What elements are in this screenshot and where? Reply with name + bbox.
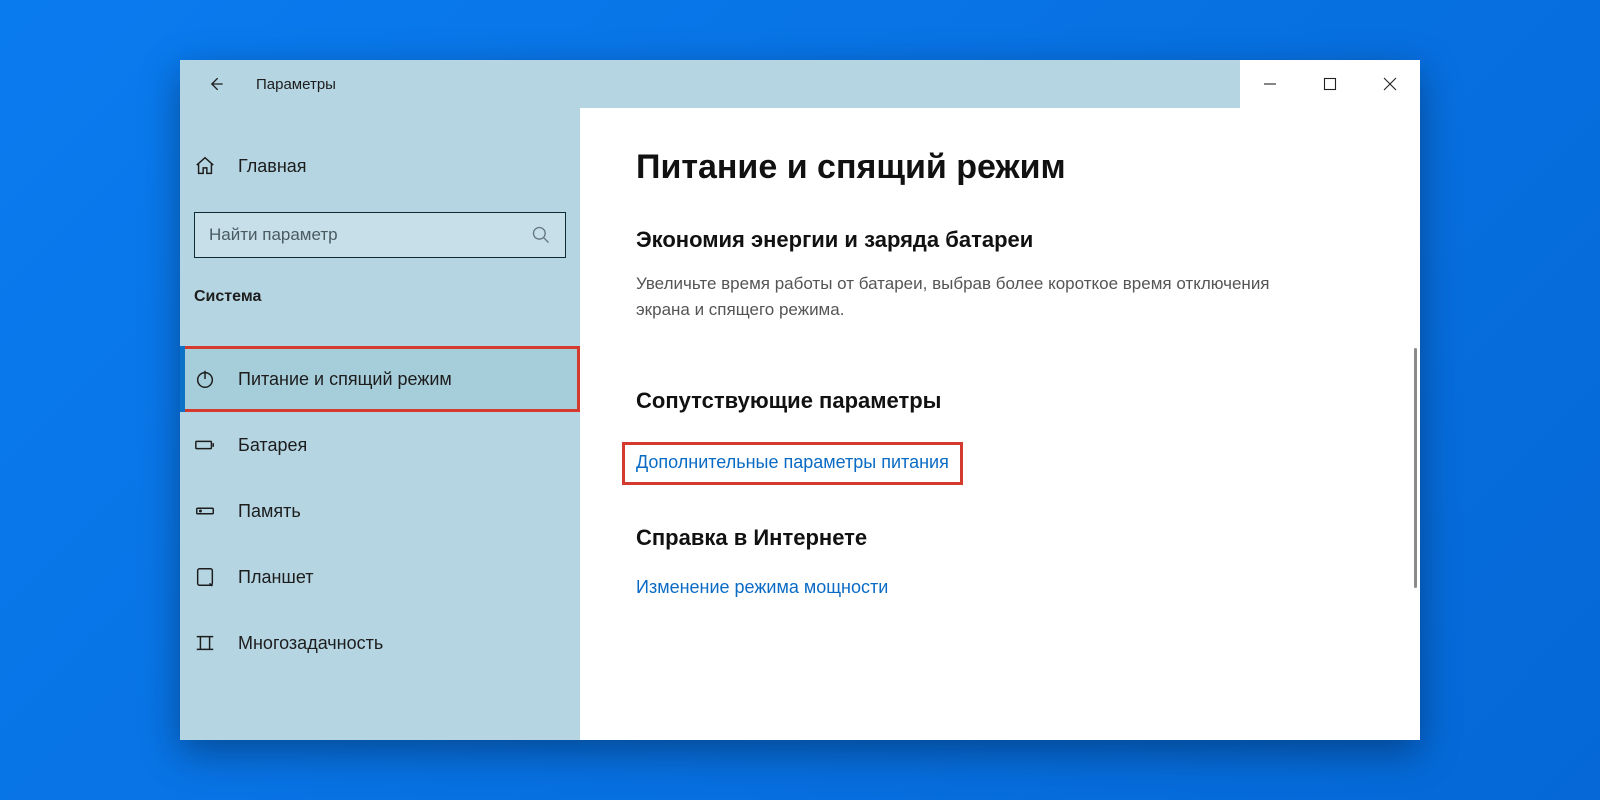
sidebar-item-storage[interactable]: Память	[180, 478, 580, 544]
minimize-icon	[1263, 77, 1277, 91]
search-input[interactable]	[209, 225, 531, 245]
sidebar: Главная Система Питание и спящий режим	[180, 108, 580, 740]
close-icon	[1383, 77, 1397, 91]
battery-icon	[194, 434, 216, 456]
power-mode-help-link[interactable]: Изменение режима мощности	[636, 577, 888, 598]
sidebar-item-multitask[interactable]: Многозадачность	[180, 610, 580, 676]
sidebar-item-label: Питание и спящий режим	[238, 369, 452, 390]
sidebar-item-label: Память	[238, 501, 301, 522]
nav-list: Питание и спящий режим Батарея Память	[180, 346, 580, 676]
section-heading: Сопутствующие параметры	[636, 388, 1364, 414]
sidebar-item-tablet[interactable]: Планшет	[180, 544, 580, 610]
back-button[interactable]	[196, 64, 236, 104]
additional-power-settings-link[interactable]: Дополнительные параметры питания	[636, 452, 949, 473]
window-body: Главная Система Питание и спящий режим	[180, 108, 1420, 740]
titlebar: Параметры	[180, 60, 1420, 108]
window-controls	[1240, 60, 1420, 108]
arrow-left-icon	[206, 74, 226, 94]
sidebar-item-label: Батарея	[238, 435, 307, 456]
section-related: Сопутствующие параметры Дополнительные п…	[636, 388, 1364, 525]
main-pane: Питание и спящий режим Экономия энергии …	[580, 108, 1420, 740]
section-label: Система	[180, 288, 580, 306]
maximize-icon	[1323, 77, 1337, 91]
minimize-button[interactable]	[1240, 60, 1300, 108]
settings-window: Параметры Главная	[180, 60, 1420, 740]
section-energy: Экономия энергии и заряда батареи Увелич…	[636, 227, 1364, 324]
sidebar-item-power[interactable]: Питание и спящий режим	[180, 346, 580, 412]
storage-icon	[194, 500, 216, 522]
related-link-highlight: Дополнительные параметры питания	[622, 442, 963, 485]
sidebar-item-label: Планшет	[238, 567, 314, 588]
sidebar-item-label: Многозадачность	[238, 633, 383, 654]
power-icon	[194, 368, 216, 390]
close-button[interactable]	[1360, 60, 1420, 108]
search-icon	[531, 225, 551, 245]
section-help: Справка в Интернете Изменение режима мощ…	[636, 525, 1364, 598]
multitask-icon	[194, 632, 216, 654]
sidebar-item-battery[interactable]: Батарея	[180, 412, 580, 478]
section-description: Увеличьте время работы от батареи, выбра…	[636, 271, 1276, 324]
home-label: Главная	[238, 156, 307, 177]
scrollbar-thumb[interactable]	[1414, 348, 1417, 588]
search-box[interactable]	[194, 212, 566, 258]
maximize-button[interactable]	[1300, 60, 1360, 108]
home-icon	[194, 155, 216, 177]
section-heading: Справка в Интернете	[636, 525, 1364, 551]
home-nav[interactable]: Главная	[180, 146, 580, 186]
section-heading: Экономия энергии и заряда батареи	[636, 227, 1364, 253]
page-title: Питание и спящий режим	[636, 148, 1364, 187]
tablet-icon	[194, 566, 216, 588]
window-title: Параметры	[256, 76, 336, 93]
